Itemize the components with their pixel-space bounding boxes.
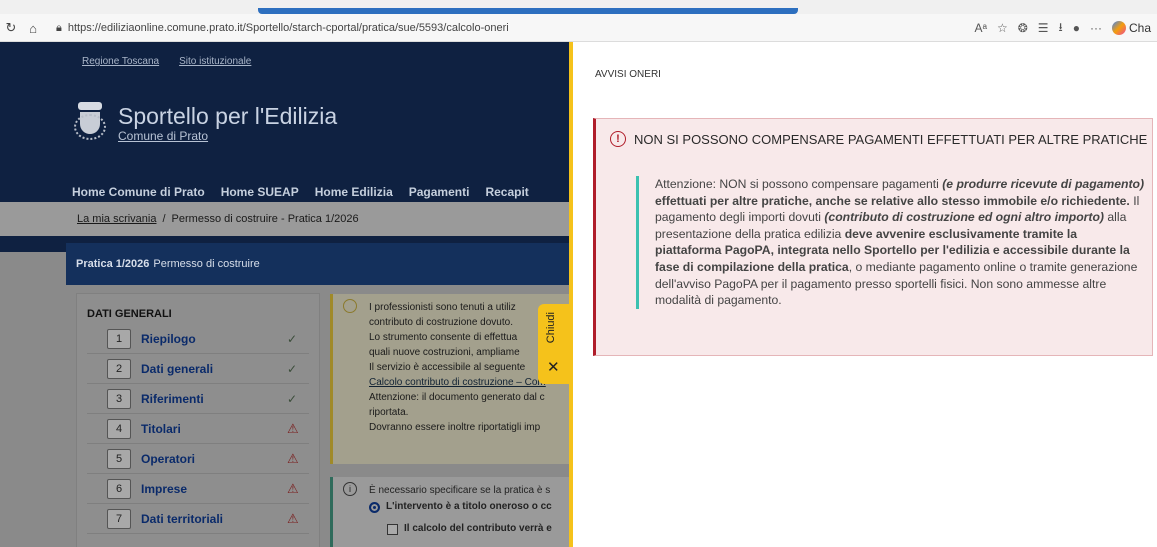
warning-icon: ⚠ (287, 480, 299, 496)
alert-body: Attenzione: NON si possono compensare pa… (636, 176, 1146, 309)
panel-close-handle[interactable]: Chiudi ✕ (538, 304, 569, 384)
step-number: 7 (107, 508, 131, 529)
step-label: Riepilogo (141, 331, 196, 346)
menu-item[interactable]: 3 Riferimenti ✓ (87, 384, 309, 414)
warning-icon: ⚠ (287, 420, 299, 436)
check-icon: ✓ (287, 391, 298, 406)
step-label: Dati generali (141, 361, 214, 376)
menu-item[interactable]: 5 Operatori ⚠ (87, 444, 309, 474)
tab-strip (0, 0, 1157, 14)
notices-panel: AVVISI ONERI ! NON SI POSSONO COMPENSARE… (569, 42, 1157, 547)
brand[interactable]: Sportello per l'Edilizia Comune di Prato (74, 102, 337, 144)
pratica-bar: Pratica 1/2026 Permesso di costruire (66, 243, 569, 285)
body-emph: (e produrre ricevute di pagamento) (942, 177, 1145, 191)
body-strong: effettuati per altre pratiche, anche se … (655, 193, 1130, 208)
reload-icon[interactable]: ↻ (0, 17, 22, 39)
lock-icon: 🔒︎ (56, 21, 62, 34)
link-regione[interactable]: Regione Toscana (82, 56, 159, 67)
close-icon[interactable]: ✕ (547, 358, 560, 376)
calc-checkbox[interactable]: Il calcolo del contributo verrà e (387, 521, 569, 537)
note-line: Attenzione: il documento generato dal c (369, 392, 545, 403)
alert-header: ! NON SI POSSONO COMPENSARE PAGAMENTI EF… (610, 131, 1147, 147)
copilot-icon (1111, 21, 1126, 35)
side-menu-heading: DATI GENERALI (87, 308, 172, 320)
warning-icon: ⚠ (287, 450, 299, 466)
note-line: riportata. (369, 407, 409, 418)
favorites-icon[interactable]: ☰ (1038, 21, 1049, 35)
menu-item[interactable]: 7 Dati territoriali ⚠ (87, 504, 309, 534)
nav-item[interactable]: Pagamenti (409, 185, 470, 199)
nav-item[interactable]: Home Comune di Prato (72, 185, 205, 199)
menu-item[interactable]: 6 Imprese ⚠ (87, 474, 309, 504)
site-title: Sportello per l'Edilizia (118, 103, 338, 129)
note-line: È necessario specificare se la pratica è… (369, 485, 551, 496)
breadcrumb: La mia scrivania / Permesso di costruire… (0, 202, 569, 236)
side-menu: DATI GENERALI 1 Riepilogo ✓ 2 Dati generali… (76, 293, 320, 547)
breadcrumb-link[interactable]: La mia scrivania (77, 213, 156, 225)
radio-dot (369, 501, 380, 513)
main-nav: Home Comune di Prato Home SUEAP Home Edi… (72, 185, 529, 199)
step-label: Imprese (141, 481, 188, 496)
crest-icon (74, 102, 106, 144)
checkbox-label: Il calcolo del contributo verrà e (404, 523, 552, 534)
alert-box: ! NON SI POSSONO COMPENSARE PAGAMENTI EF… (593, 118, 1153, 356)
step-label: Dati territoriali (141, 511, 224, 526)
url-text: https://ediliziaonline.comune.prato.it/S… (67, 22, 509, 34)
menu-item[interactable]: 4 Titolari ⚠ (87, 414, 309, 444)
copilot-button[interactable]: Cha (1111, 21, 1151, 35)
address-bar-row: ↻ ⌂ 🔒︎ https://ediliziaonline.comune.pra… (0, 16, 1157, 40)
pratica-type: Permesso di costruire (153, 258, 260, 270)
top-links: Regione Toscana Sito istituzionale (82, 56, 251, 67)
browser-chrome: ↻ ⌂ 🔒︎ https://ediliziaonline.comune.pra… (0, 0, 1157, 42)
breadcrumb-sep: / (162, 213, 166, 225)
site-overlay: Regione Toscana Sito istituzionale Sport… (0, 42, 569, 547)
url-field[interactable]: 🔒︎ https://ediliziaonline.comune.prato.i… (50, 17, 570, 39)
browser-toolbar: Aᵃ ☆ ❂ ☰ ⭳ ● ··· Cha (974, 16, 1151, 40)
step-number: 5 (107, 448, 131, 469)
active-tab-indicator (258, 8, 798, 14)
step-number: 3 (107, 388, 131, 409)
radio-label: L'intervento è a titolo oneroso o cc (386, 501, 552, 512)
extensions-icon[interactable]: ❂ (1018, 21, 1028, 35)
home-icon[interactable]: ⌂ (22, 17, 44, 39)
nav-item[interactable]: Home Edilizia (315, 185, 393, 199)
alert-heading: NON SI POSSONO COMPENSARE PAGAMENTI EFFE… (634, 131, 1148, 147)
panel-title: AVVISI ONERI (595, 69, 661, 80)
breadcrumb-current: Permesso di costruire - Pratica 1/2026 (171, 213, 359, 225)
step-number: 2 (107, 358, 131, 379)
copilot-label: Cha (1128, 21, 1151, 35)
nav-item[interactable]: Recapit (485, 185, 528, 199)
menu-item[interactable]: 2 Dati generali ✓ (87, 354, 309, 384)
check-icon: ✓ (287, 361, 298, 376)
step-number: 4 (107, 418, 131, 439)
body-text: Attenzione: NON si possono compensare pa… (655, 177, 943, 191)
step-label: Titolari (141, 421, 181, 436)
checkbox-box (387, 523, 398, 535)
site-subtitle[interactable]: Comune di Prato (118, 129, 337, 143)
alert-icon: ! (610, 131, 626, 147)
info-note: I professionisti sono tenuti a utiliz co… (330, 294, 569, 464)
body-emph: (contributo di costruzione ed ogni altro… (824, 210, 1104, 225)
nav-item[interactable]: Home SUEAP (221, 185, 299, 199)
onerous-radio[interactable]: L'intervento è a titolo oneroso o cc (369, 499, 569, 515)
check-icon: ✓ (287, 331, 298, 346)
note-line: Dovranno essere inoltre riportatigli imp (369, 422, 541, 433)
info-icon (343, 299, 357, 313)
read-aloud-icon[interactable]: Aᵃ (974, 21, 986, 35)
favorite-star-icon[interactable]: ☆ (997, 21, 1008, 35)
onerous-note: i È necessario specificare se la pratica… (330, 477, 569, 547)
warning-icon: ⚠ (287, 510, 299, 526)
info-icon: i (343, 482, 357, 496)
close-label: Chiudi (545, 312, 557, 344)
link-sito[interactable]: Sito istituzionale (179, 56, 251, 67)
pratica-id: Pratica 1/2026 (76, 258, 150, 270)
download-icon[interactable]: ⭳ (1059, 18, 1063, 39)
menu-item[interactable]: 1 Riepilogo ✓ (87, 324, 309, 354)
step-label: Riferimenti (141, 391, 204, 406)
step-number: 6 (107, 478, 131, 499)
step-label: Operatori (141, 451, 196, 466)
step-number: 1 (107, 328, 131, 349)
profile-icon[interactable]: ● (1073, 21, 1080, 35)
more-icon[interactable]: ··· (1090, 21, 1102, 35)
